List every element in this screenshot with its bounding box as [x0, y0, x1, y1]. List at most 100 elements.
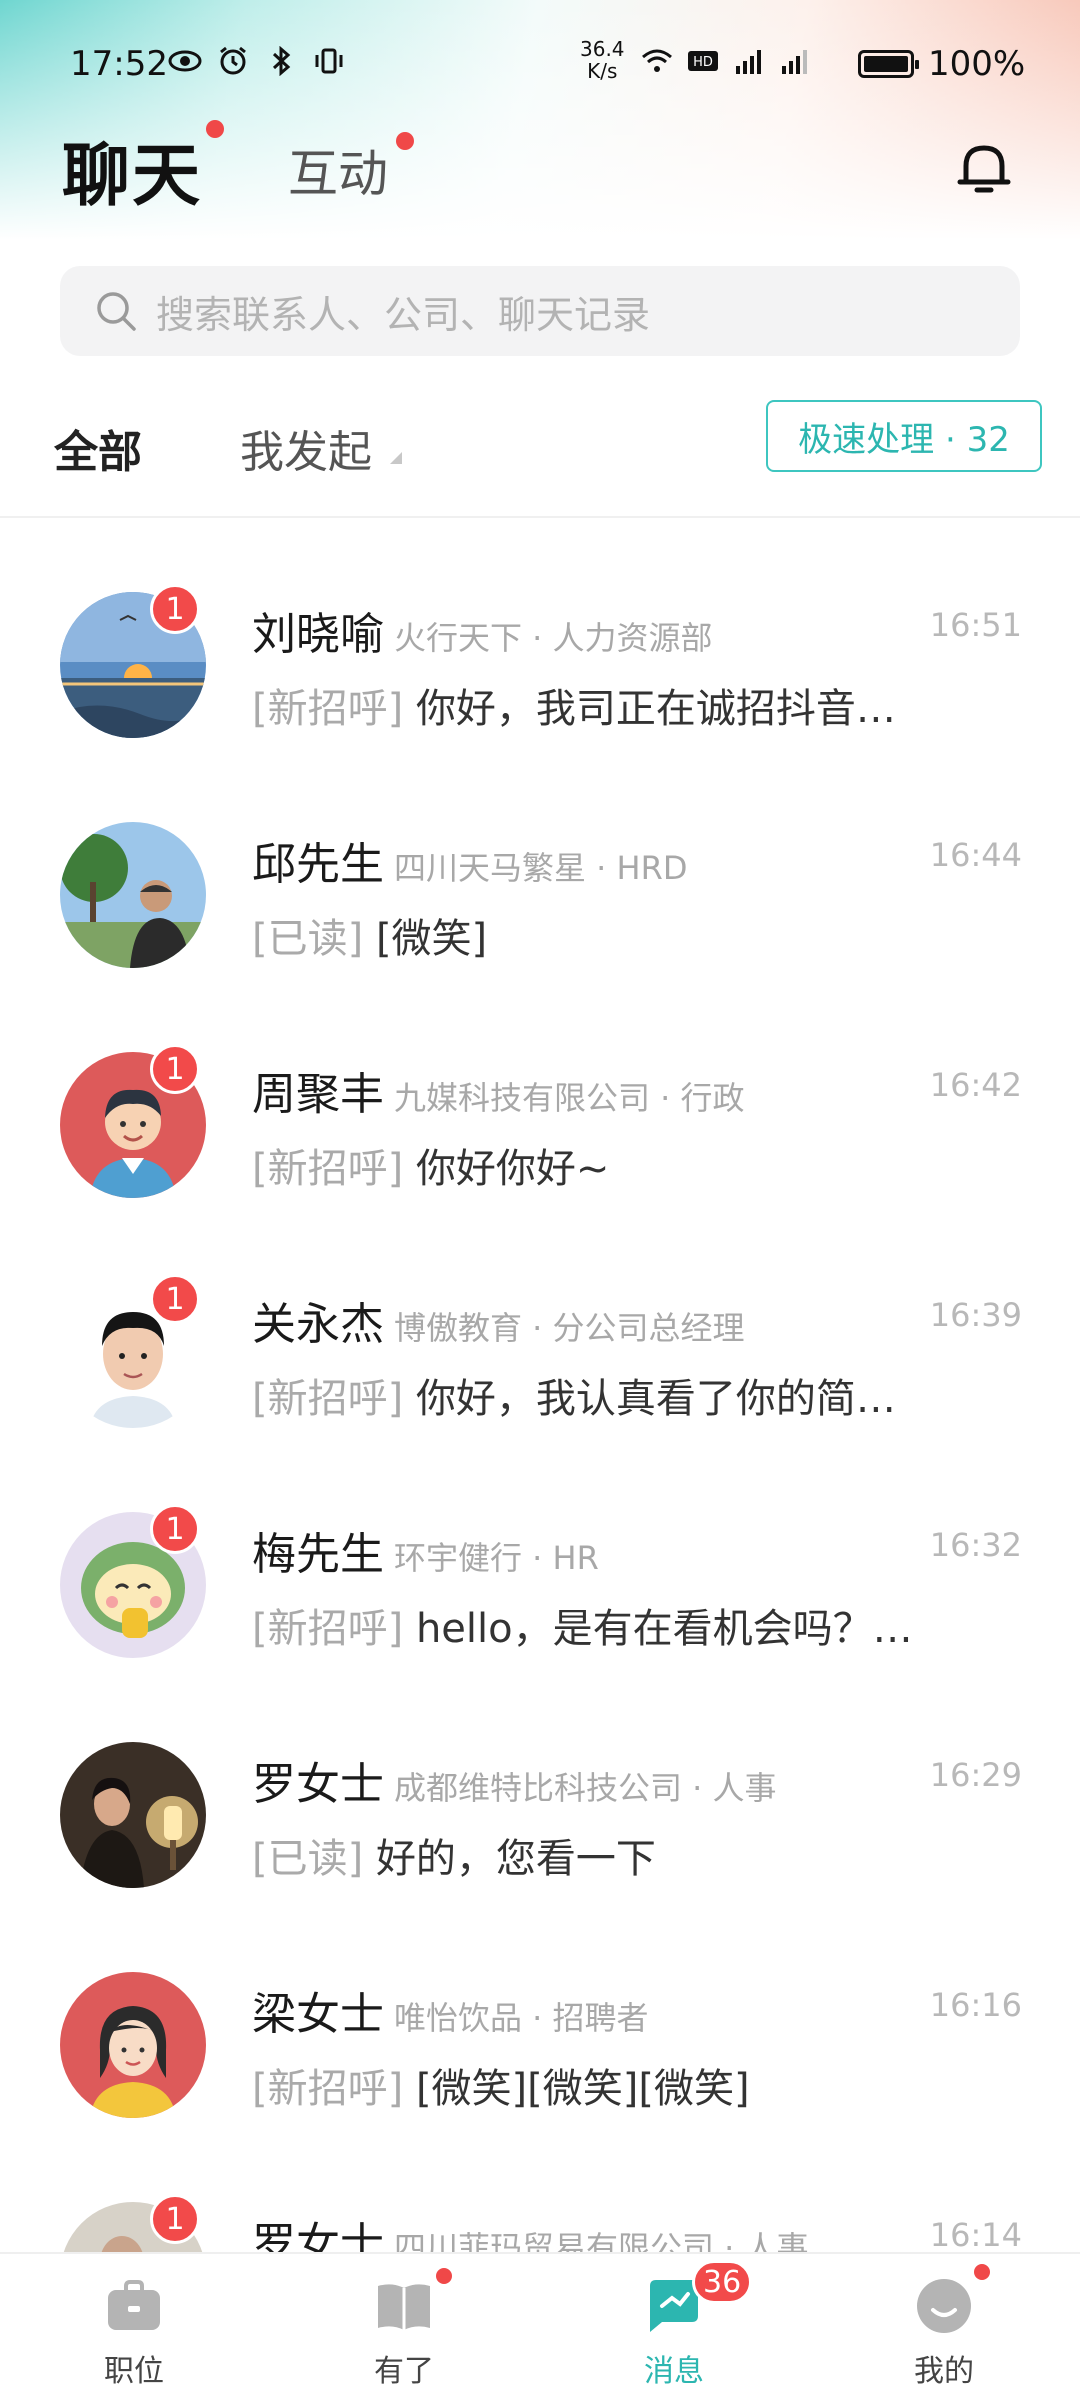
contact-name: 周聚丰 — [252, 1069, 384, 1120]
battery-icon — [858, 50, 919, 78]
nav-mine-dot — [974, 2264, 990, 2280]
status-time: 17:52 — [70, 44, 168, 84]
briefcase-icon — [108, 2280, 160, 2330]
nav-jobs[interactable]: 职位 — [34, 2254, 234, 2398]
chat-preview: [新招呼] hello，是有在看机会吗？… — [252, 1596, 992, 1654]
avatar[interactable] — [60, 1972, 206, 2118]
contact-name: 梁女士 — [252, 1989, 384, 2040]
contact-company: 九媒科技有限公司 · 行政 — [394, 1079, 745, 1117]
chat-preview: [已读] 好的，您看一下 — [252, 1826, 992, 1884]
chat-time: 16:44 — [929, 836, 1022, 874]
contact-company: 四川天马繁星 · HRD — [394, 849, 688, 887]
bottom-nav: 职位 有了 36 消息 我的 — [0, 2252, 1080, 2398]
tab-interact-dot — [396, 132, 414, 150]
chat-preview: [新招呼] 你好，我司正在诚招抖音… — [252, 676, 992, 734]
chat-header: 梁女士 唯怡饮品 · 招聘者 16:16 — [252, 1978, 1022, 2040]
chat-time: 16:16 — [929, 1986, 1022, 2024]
unread-badge: 1 — [150, 1044, 200, 1094]
alarm-icon — [220, 46, 246, 75]
contact-company: 火行天下 · 人力资源部 — [394, 619, 713, 657]
filter-mine[interactable]: 我发起 — [240, 416, 372, 480]
battery-percent: 100% — [928, 44, 1026, 84]
avatar[interactable] — [60, 1742, 206, 1888]
tab-chat-dot — [206, 120, 224, 138]
chat-message: hello，是有在看机会吗？… — [415, 1606, 913, 1652]
eye-icon — [168, 50, 202, 72]
avatar[interactable] — [60, 822, 206, 968]
signal-4g-icon — [736, 50, 761, 74]
nav-mine-label: 我的 — [914, 2354, 974, 2389]
unread-badge: 1 — [150, 584, 200, 634]
filter-caret-icon — [390, 452, 402, 464]
chat-item[interactable]: 邱先生 四川天马繁星 · HRD 16:44 [已读] [微笑] — [0, 770, 1080, 1000]
hd-icon: HD — [688, 51, 718, 71]
contact-name: 梅先生 — [252, 1529, 384, 1580]
bell-icon[interactable] — [954, 136, 1014, 202]
chat-message: 你好你好~ — [415, 1146, 610, 1192]
contact-name: 罗女士 — [252, 1759, 384, 1810]
contact-company: 唯怡饮品 · 招聘者 — [394, 1999, 649, 2037]
unread-badge: 1 — [150, 2194, 200, 2244]
nav-messages[interactable]: 36 消息 — [574, 2254, 774, 2398]
bluetooth-icon — [272, 46, 291, 76]
chat-header: 邱先生 四川天马繁星 · HRD 16:44 — [252, 828, 1022, 890]
chat-header: 刘晓喻 火行天下 · 人力资源部 16:51 — [252, 598, 1022, 660]
network-speed: 36.4 K/s — [580, 38, 625, 82]
search-input[interactable]: 搜索联系人、公司、聊天记录 — [60, 266, 1020, 356]
wifi-icon — [642, 49, 672, 72]
status-bar: 17:52 36.4 K/s HD 100% — [0, 0, 1080, 130]
header: 聊天 互动 — [0, 120, 1080, 220]
chat-tag: [新招呼] — [252, 1146, 404, 1192]
network-speed-unit: K/s — [587, 59, 618, 83]
book-icon — [378, 2284, 430, 2330]
chat-preview: [已读] [微笑] — [252, 906, 992, 964]
search-icon — [97, 292, 136, 331]
unread-badge: 1 — [150, 1274, 200, 1324]
svg-text:HD: HD — [693, 55, 713, 70]
chat-message: 你好，我认真看了你的简… — [415, 1376, 896, 1422]
chat-time: 16:32 — [929, 1526, 1022, 1564]
status-icons-left — [168, 46, 346, 76]
nav-jobs-label: 职位 — [104, 2354, 164, 2389]
chat-time: 16:42 — [929, 1066, 1022, 1104]
tab-interact[interactable]: 互动 — [288, 134, 388, 206]
chat-item[interactable]: 罗女士 成都维特比科技公司 · 人事 16:29 [已读] 好的，您看一下 — [0, 1690, 1080, 1920]
chat-item[interactable]: 1 梅先生 环宇健行 · HR 16:32 [新招呼] hello，是有在看机会吗… — [0, 1460, 1080, 1690]
chat-header: 罗女士 成都维特比科技公司 · 人事 16:29 — [252, 1748, 1022, 1810]
chat-tag: [已读] — [252, 916, 364, 962]
vibrate-icon — [315, 48, 343, 74]
chat-message: 好的，您看一下 — [375, 1836, 656, 1882]
nav-youle[interactable]: 有了 — [304, 2254, 504, 2398]
smiley-icon — [917, 2279, 971, 2333]
contact-name: 邱先生 — [252, 839, 384, 890]
chat-tag: [已读] — [252, 1836, 364, 1882]
chat-tag: [新招呼] — [252, 2066, 404, 2112]
chat-item[interactable]: 梁女士 唯怡饮品 · 招聘者 16:16 [新招呼] [微笑][微笑][微笑] — [0, 1920, 1080, 2150]
nav-youle-dot — [436, 2268, 452, 2284]
chat-preview: [新招呼] 你好，我认真看了你的简… — [252, 1366, 992, 1424]
unread-badge: 1 — [150, 1504, 200, 1554]
tab-chat[interactable]: 聊天 — [62, 120, 202, 219]
contact-name: 关永杰 — [252, 1299, 384, 1350]
chat-item[interactable]: 1 刘晓喻 火行天下 · 人力资源部 16:51 [新招呼] 你好，我司正在诚招抖… — [0, 540, 1080, 770]
contact-company: 博傲教育 · 分公司总经理 — [394, 1309, 745, 1347]
chat-message: 你好，我司正在诚招抖音… — [415, 686, 896, 732]
chat-item[interactable]: 1 关永杰 博傲教育 · 分公司总经理 16:39 [新招呼] 你好，我认真看了你… — [0, 1230, 1080, 1460]
filter-all[interactable]: 全部 — [54, 416, 142, 480]
status-icons-right: HD — [640, 46, 812, 76]
network-speed-value: 36.4 — [580, 37, 625, 61]
chat-time: 16:14 — [929, 2216, 1022, 2254]
contact-company: 成都维特比科技公司 · 人事 — [394, 1769, 777, 1807]
chat-time: 16:39 — [929, 1296, 1022, 1334]
chat-tag: [新招呼] — [252, 1376, 404, 1422]
chat-header: 梅先生 环宇健行 · HR 16:32 — [252, 1518, 1022, 1580]
nav-messages-label: 消息 — [644, 2354, 704, 2389]
quick-process-button[interactable]: 极速处理 · 32 — [766, 400, 1042, 472]
nav-mine[interactable]: 我的 — [844, 2254, 1044, 2398]
chat-item[interactable]: 1 周聚丰 九媒科技有限公司 · 行政 16:42 [新招呼] 你好你好~ — [0, 1000, 1080, 1230]
divider — [0, 516, 1080, 518]
chat-header: 周聚丰 九媒科技有限公司 · 行政 16:42 — [252, 1058, 1022, 1120]
chat-header: 关永杰 博傲教育 · 分公司总经理 16:39 — [252, 1288, 1022, 1350]
chat-preview: [新招呼] 你好你好~ — [252, 1136, 992, 1194]
chat-time: 16:51 — [929, 606, 1022, 644]
